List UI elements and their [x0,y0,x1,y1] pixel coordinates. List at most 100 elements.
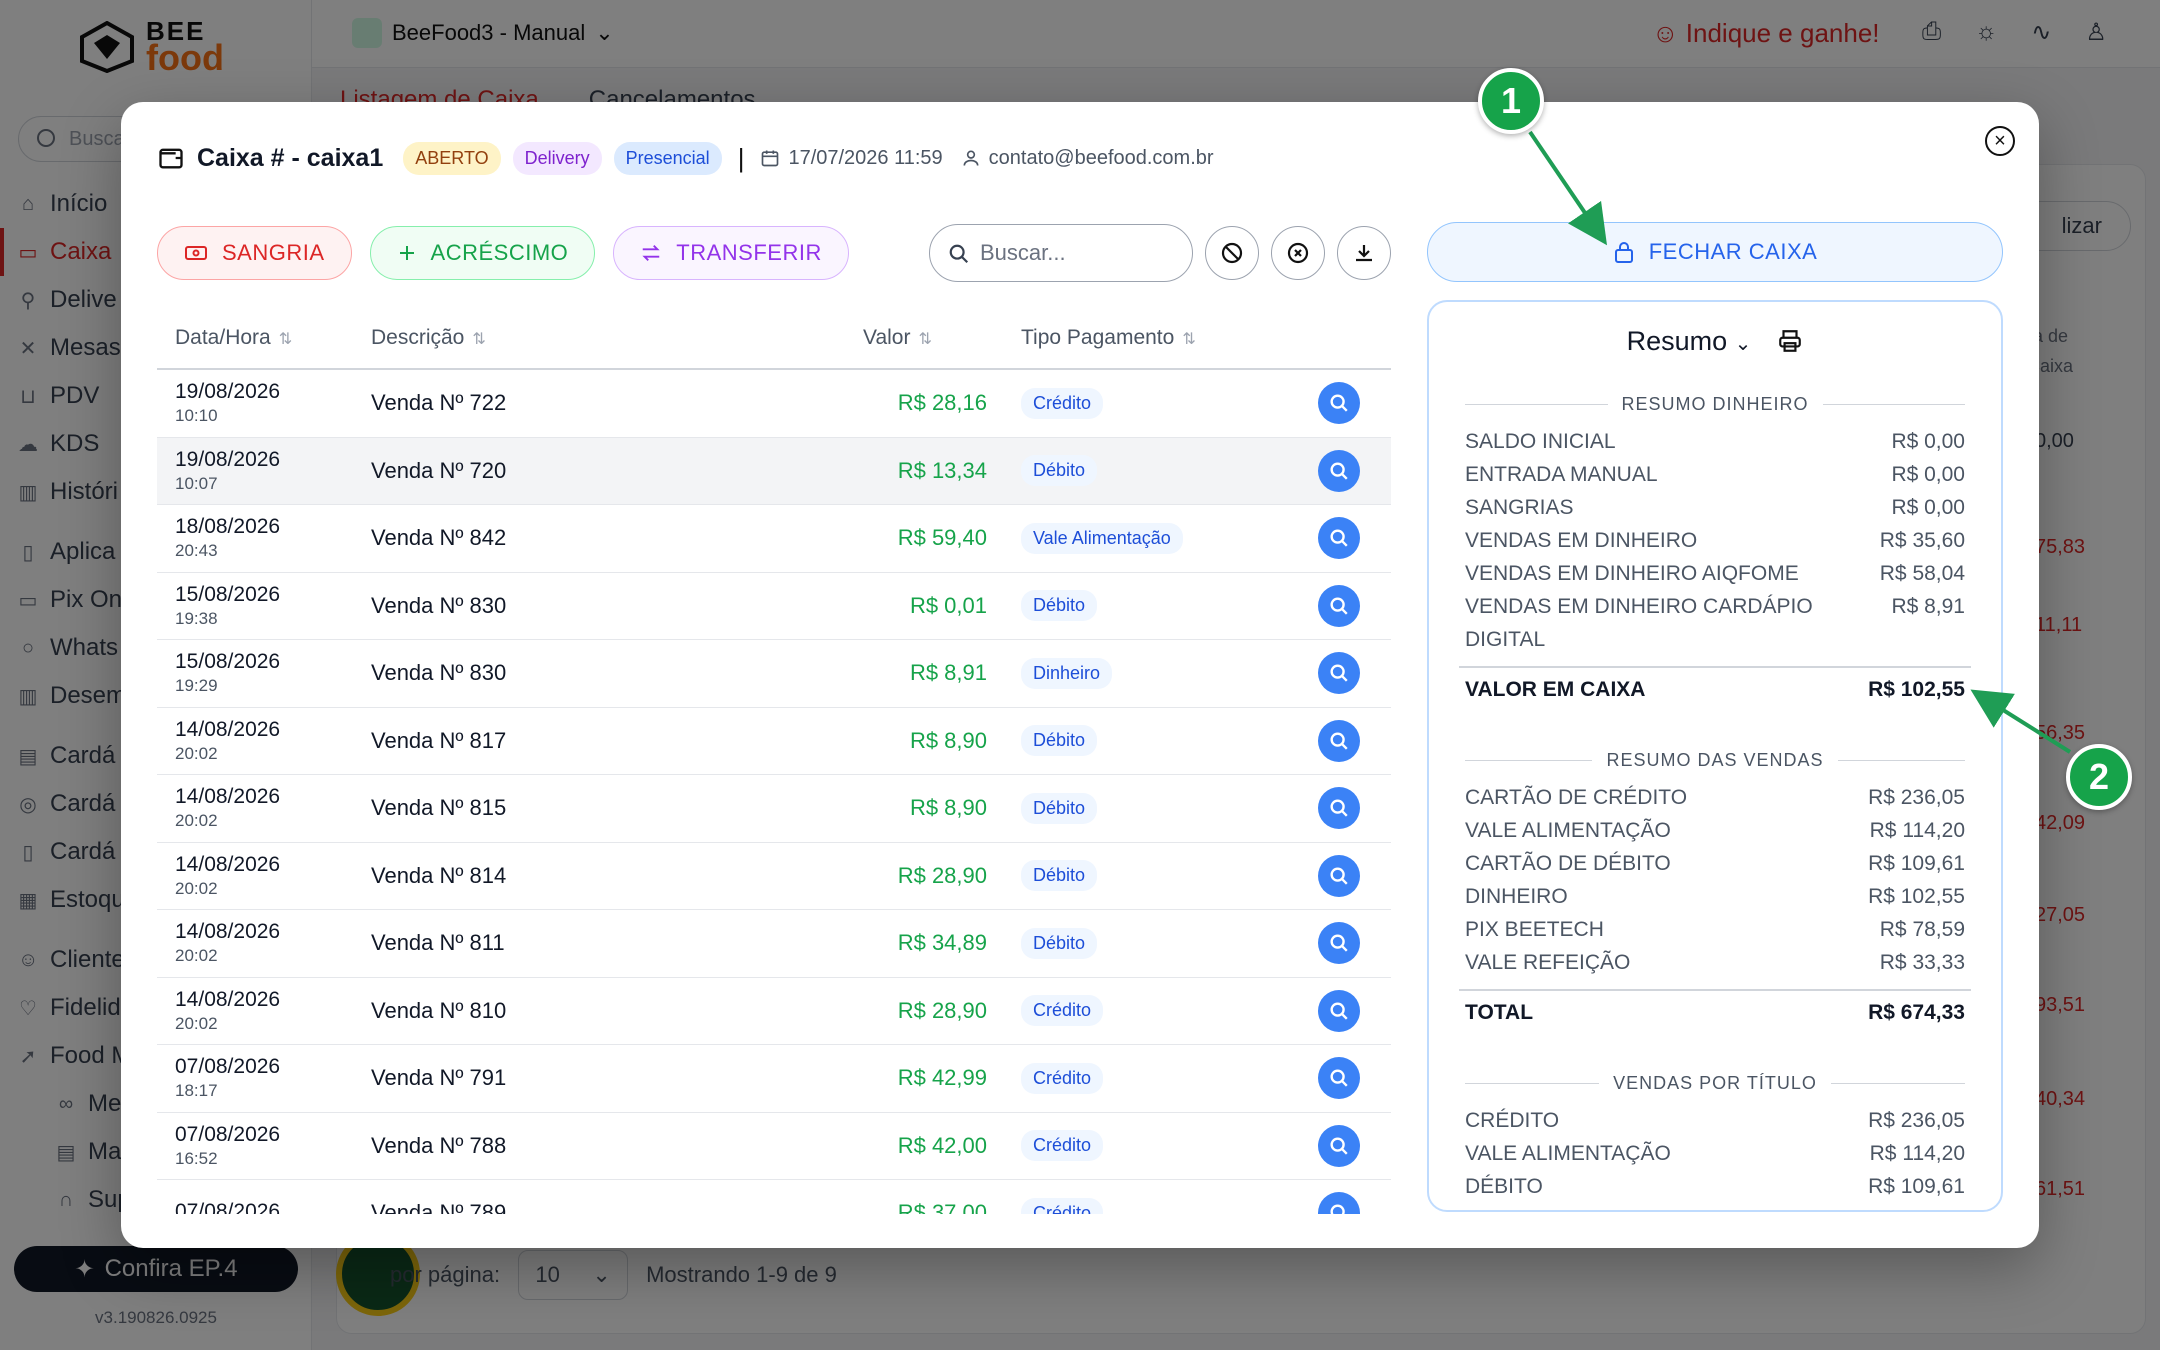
transferir-button[interactable]: TRANSFERIR [613,226,849,280]
view-sale-button[interactable] [1318,787,1360,830]
table-row[interactable]: 07/08/2026 16:52 Venda Nº 788 R$ 42,00 Crédi… [157,1113,1391,1180]
section-title-vendas-titulo: VENDAS POR TÍTULO [1465,1073,1965,1094]
column-header-valor[interactable]: Valor ⇅ [757,326,987,350]
modal-user-email: contato@beefood.com.br [988,146,1214,169]
search-icon [1330,1204,1345,1214]
cell-valor: R$ 8,91 [909,660,987,686]
table-row[interactable]: 14/08/2026 20:02 Venda Nº 811 R$ 34,89 Débit… [157,910,1391,978]
view-sale-button[interactable] [1318,1192,1360,1214]
column-header-datahora[interactable]: Data/Hora ⇅ [157,326,367,350]
callout-badge-1: 1 [1478,68,1544,134]
view-sale-button[interactable] [1318,922,1360,965]
column-header-tipo-pagamento[interactable]: Tipo Pagamento ⇅ [987,326,1287,350]
summary-row-dinheiro: VENDAS EM DINHEIRO R$ 35,60 [1429,524,2001,557]
fechar-caixa-label: FECHAR CAIXA [1648,239,1818,264]
cell-valor: R$ 8,90 [909,795,987,821]
view-sale-button[interactable] [1318,449,1360,492]
payment-type-badge: Débito [1021,590,1098,622]
close-icon: × [1994,130,2006,152]
view-sale-button[interactable] [1318,382,1360,425]
summary-row-vendas: VALE REFEIÇÃO R$ 33,33 [1429,946,2001,979]
payment-type-badge: Débito [1021,792,1098,824]
table-header: Data/Hora ⇅ Descrição ⇅ Valor ⇅ Tipo Pagame… [157,308,1391,370]
badge-presencial: Presencial [613,141,722,175]
table-row[interactable]: 18/08/2026 20:43 Venda Nº 842 R$ 59,40 Vale … [157,505,1391,573]
cell-time: 19:29 [175,676,218,696]
cell-time: 20:43 [175,541,218,561]
view-sale-button[interactable] [1318,652,1360,695]
cell-time: 20:02 [175,743,218,763]
summary-value: R$ 236,05 [1868,1109,1965,1132]
cell-actions [1287,652,1391,695]
resumo-dinheiro-list: SALDO INICIAL R$ 0,00 ENTRADA MANUAL R$ 0,0… [1429,425,2001,656]
cell-actions [1287,1124,1391,1167]
clear-filter-button[interactable] [1271,226,1325,280]
sangria-button[interactable]: SANGRIA [157,226,352,280]
summary-row-dinheiro: SANGRIAS R$ 0,00 [1429,491,2001,524]
plus-icon [399,246,414,260]
table-row[interactable]: 14/08/2026 20:02 Venda Nº 810 R$ 28,90 Crédi… [157,978,1391,1045]
modal-title: Caixa # - caixa1 [197,143,384,172]
cell-tipo-pagamento: Crédito [987,1197,1287,1214]
table-row[interactable]: 14/08/2026 20:02 Venda Nº 815 R$ 8,90 Débito [157,775,1391,843]
cell-datahora: 15/08/2026 19:38 [157,583,367,629]
cell-time: 20:02 [175,1013,218,1033]
view-sale-button[interactable] [1318,1124,1360,1167]
acrescimo-button[interactable]: ACRÉSCIMO [369,226,596,280]
view-sale-button[interactable] [1318,584,1360,627]
table-row[interactable]: 07/08/2026 18:17 Venda Nº 791 R$ 42,99 Crédi… [157,1045,1391,1113]
close-button[interactable]: × [1985,126,2015,156]
cell-descricao: Venda Nº 815 [371,795,507,821]
search-icon [1330,394,1348,412]
cell-actions [1287,787,1391,830]
view-sale-button[interactable] [1318,719,1360,762]
valor-em-caixa-row: VALOR EM CAIXA R$ 102,55 [1459,666,1971,712]
download-button[interactable] [1337,226,1391,280]
table-row[interactable]: 19/08/2026 10:10 Venda Nº 722 R$ 28,16 Crédi… [157,370,1391,438]
table-row[interactable]: 15/08/2026 19:29 Venda Nº 830 R$ 8,91 Dinhei… [157,640,1391,708]
search-icon [1330,799,1348,817]
cell-tipo-pagamento: Crédito [987,1130,1287,1162]
cell-descricao: Venda Nº 814 [371,862,507,888]
valor-em-caixa-label: VALOR EM CAIXA [1465,678,1646,701]
summary-row-vendas: CARTÃO DE CRÉDITO R$ 236,05 [1429,781,2001,814]
table-row[interactable]: 14/08/2026 20:02 Venda Nº 817 R$ 8,90 Débito [157,708,1391,775]
view-sale-button[interactable] [1318,1057,1360,1100]
cell-descricao: Venda Nº 811 [371,930,505,956]
column-header-descricao[interactable]: Descrição ⇅ [367,326,757,350]
cell-valor: R$ 37,00 [897,1200,987,1214]
fechar-caixa-button[interactable]: FECHAR CAIXA [1427,222,2003,282]
payment-type-badge: Débito [1021,927,1098,959]
view-sale-button[interactable] [1318,854,1360,897]
cell-actions [1287,584,1391,627]
cell-date: 14/08/2026 [175,785,281,809]
cell-time: 20:02 [175,946,218,966]
search-input[interactable]: Buscar... [929,224,1193,282]
cell-date: 15/08/2026 [175,582,281,606]
sangria-label: SANGRIA [222,240,325,265]
column-header-label: Valor [863,326,911,349]
table-row[interactable]: 15/08/2026 19:38 Venda Nº 830 R$ 0,01 Débito [157,573,1391,640]
view-sale-button[interactable] [1318,517,1360,560]
payment-type-badge: Crédito [1021,1130,1104,1162]
cell-descricao: Venda Nº 720 [371,457,507,483]
modal-user: contato@beefood.com.br [961,147,1214,170]
cancel-filter-button[interactable] [1205,226,1259,280]
view-sale-button[interactable] [1318,989,1360,1032]
payment-type-badge: Débito [1021,455,1098,487]
search-icon [1330,1069,1348,1087]
summary-label: CARTÃO DE CRÉDITO [1465,786,1688,809]
summary-select[interactable]: Resumo ⌄ [1627,326,1752,357]
table-row[interactable]: 19/08/2026 10:07 Venda Nº 720 R$ 13,34 Débit… [157,437,1391,505]
table-row[interactable]: 07/08/2026 Venda Nº 789 R$ 37,00 Crédito [157,1180,1391,1214]
cell-time: 10:10 [175,406,218,426]
summary-value: R$ 33,33 [1879,951,1965,974]
search-placeholder: Buscar... [980,240,1066,265]
cell-time: 18:17 [175,1081,218,1101]
table-row[interactable]: 14/08/2026 20:02 Venda Nº 814 R$ 28,90 Débit… [157,843,1391,910]
summary-label: PIX BEETECH [1465,918,1604,941]
printer-icon[interactable] [1777,328,1803,354]
transactions-table: Data/Hora ⇅ Descrição ⇅ Valor ⇅ Tipo Pagame… [157,308,1391,1214]
cell-time: 20:02 [175,811,218,831]
summary-label: VALE ALIMENTAÇÃO [1465,819,1671,842]
